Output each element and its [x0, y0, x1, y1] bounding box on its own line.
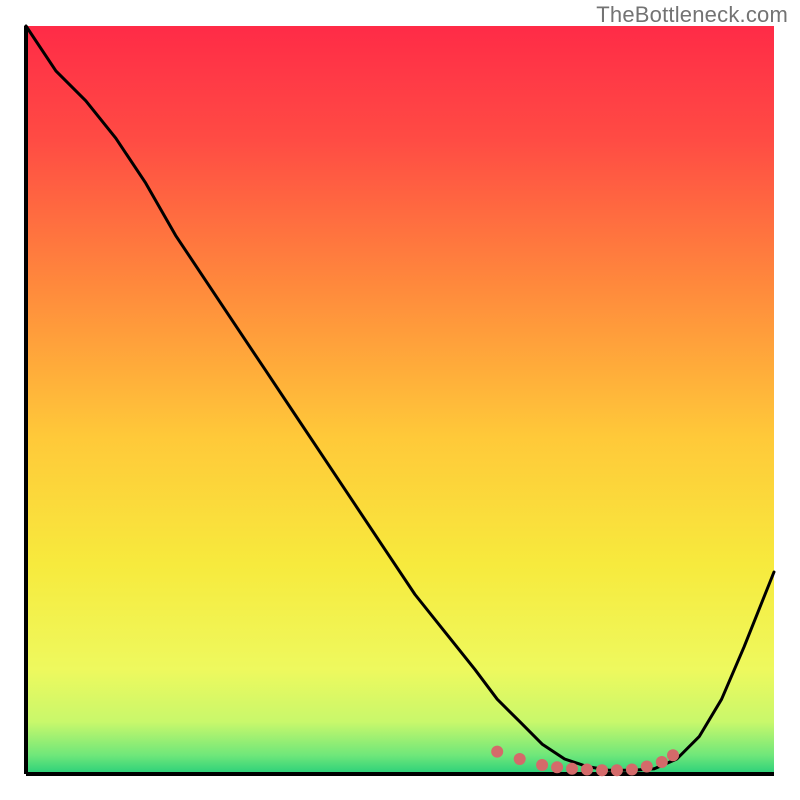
- optimal-marker: [581, 764, 593, 776]
- optimal-marker: [667, 749, 679, 761]
- optimal-marker: [491, 746, 503, 758]
- optimal-marker: [626, 764, 638, 776]
- optimal-marker: [566, 763, 578, 775]
- watermark-text: TheBottleneck.com: [596, 2, 788, 28]
- optimal-marker: [551, 761, 563, 773]
- chart-plot: [0, 0, 800, 800]
- optimal-marker: [611, 764, 623, 776]
- optimal-marker: [656, 756, 668, 768]
- optimal-marker: [641, 761, 653, 773]
- plot-background: [26, 26, 774, 774]
- optimal-marker: [514, 753, 526, 765]
- optimal-marker: [536, 759, 548, 771]
- optimal-marker: [596, 764, 608, 776]
